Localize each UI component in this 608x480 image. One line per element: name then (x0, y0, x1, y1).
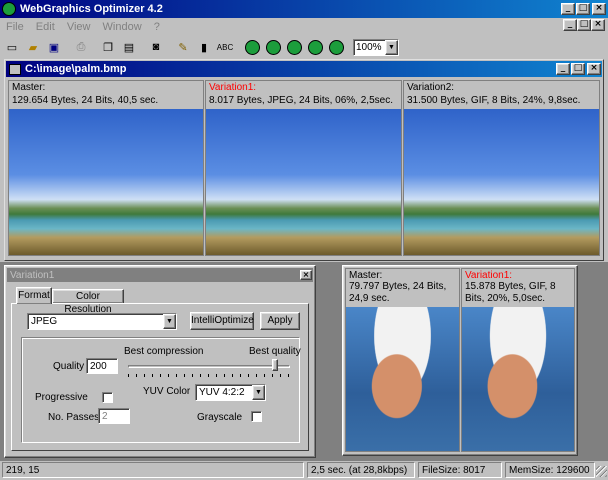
pane-master-label: Master: (12, 82, 46, 93)
portrait-image-variation (462, 307, 574, 451)
document-icon (9, 63, 21, 75)
tab-format[interactable]: Format (16, 287, 52, 304)
palm-image-variation2 (404, 109, 599, 255)
portrait-image-master (346, 307, 459, 451)
menu-bar: File Edit View Window ? (6, 19, 169, 35)
grayscale-label: Grayscale (197, 412, 243, 423)
dialog-close-icon[interactable]: × (300, 270, 312, 280)
pane-variation1-info: 8.017 Bytes, JPEG, 24 Bits, 06%, 2,5sec. (209, 95, 393, 106)
palm-image-master (9, 109, 203, 255)
best-compression-label: Best compression (124, 346, 204, 357)
save-icon[interactable]: ▣ (44, 37, 64, 57)
app-titlebar: WebGraphics Optimizer 4.2 _ □ × (0, 0, 608, 18)
yuv-chevron-down-icon[interactable]: ▼ (252, 385, 265, 400)
optimize-5-icon[interactable] (326, 37, 346, 57)
copy-icon[interactable]: ❐ (98, 37, 118, 57)
format-value: JPEG (31, 316, 58, 327)
resize-grip-icon[interactable] (596, 466, 607, 477)
palm-image-variation1 (206, 109, 401, 255)
slider-thumb[interactable] (272, 359, 278, 371)
document-titlebar: C:\image\palm.bmp _ □ × (6, 61, 602, 77)
menu-edit[interactable]: Edit (36, 21, 55, 33)
pane-variation1-label: Variation1: (209, 82, 257, 93)
grayscale-checkbox[interactable] (251, 411, 262, 422)
quality-input[interactable]: 200 (86, 358, 118, 374)
app-title: WebGraphics Optimizer 4.2 (20, 3, 163, 15)
portrait-master-info: 79.797 Bytes, 24 Bits, 24,9 sec. (349, 281, 447, 304)
mdi-minimize-icon[interactable]: _ (563, 19, 577, 31)
status-memsize: MemSize: 129600 (505, 462, 595, 478)
optimize-1-icon[interactable] (242, 37, 262, 57)
quality-value: 200 (90, 361, 107, 372)
slider-track (128, 365, 290, 368)
variation-dialog-titlebar: Variation1 × (7, 268, 313, 282)
apply-button[interactable]: Apply (260, 312, 300, 330)
best-quality-label: Best quality (249, 346, 301, 357)
optimize-2-icon[interactable] (263, 37, 283, 57)
brush-icon[interactable]: ✎ (173, 37, 193, 57)
passes-value: 2 (102, 411, 108, 422)
battery-icon[interactable]: ▮ (194, 37, 214, 57)
portrait-variation-label: Variation1: (465, 270, 513, 281)
portrait-master-pane[interactable]: Master: 79.797 Bytes, 24 Bits, 24,9 sec. (345, 268, 460, 452)
document-title: C:\image\palm.bmp (25, 63, 127, 75)
optimize-3-icon[interactable] (284, 37, 304, 57)
slider-ticks (128, 374, 290, 377)
spell-icon[interactable]: ABC (215, 37, 235, 57)
pane-variation2-label: Variation2: (407, 82, 455, 93)
zoom-value: 100% (356, 41, 382, 53)
status-coords: 219, 15 (2, 462, 304, 478)
passes-label: No. Passes (48, 412, 100, 423)
yuv-label: YUV Color (143, 386, 191, 397)
quality-slider[interactable] (128, 359, 290, 377)
maximize-icon[interactable]: □ (576, 3, 590, 15)
paste-icon[interactable]: ▤ (119, 37, 139, 57)
new-file-icon[interactable]: ▭ (2, 37, 22, 57)
quality-label: Quality (53, 361, 85, 372)
status-filesize: FileSize: 8017 (418, 462, 502, 478)
mdi-close-icon[interactable]: × (591, 19, 605, 31)
minimize-icon[interactable]: _ (561, 3, 575, 15)
variation-dialog-title: Variation1 (10, 269, 55, 281)
menu-help[interactable]: ? (154, 21, 160, 33)
progressive-label: Progressive (35, 392, 88, 403)
doc-maximize-icon[interactable]: □ (571, 63, 585, 75)
menu-view[interactable]: View (67, 21, 91, 33)
app-logo-icon (2, 2, 16, 16)
pane-variation2-info: 31.500 Bytes, GIF, 8 Bits, 24%, 9,8sec. (407, 95, 581, 106)
intellioptimize-button[interactable]: IntelliOptimize (190, 312, 254, 330)
passes-input[interactable]: 2 (98, 408, 130, 424)
doc-close-icon[interactable]: × (587, 63, 601, 75)
open-folder-icon[interactable]: ▰ (23, 37, 43, 57)
doc-minimize-icon[interactable]: _ (556, 63, 570, 75)
portrait-variation-pane[interactable]: Variation1: 15.878 Bytes, GIF, 8 Bits, 2… (461, 268, 575, 452)
menu-file[interactable]: File (6, 21, 24, 33)
pane-variation1[interactable]: Variation1: 8.017 Bytes, JPEG, 24 Bits, … (205, 80, 402, 256)
menu-window[interactable]: Window (103, 21, 142, 33)
mdi-restore-icon[interactable]: □ (577, 19, 591, 31)
pane-master-info: 129.654 Bytes, 24 Bits, 40,5 sec. (12, 95, 159, 106)
toolbar: ▭ ▰ ▣ ⎙ ❐ ▤ ◙ ✎ ▮ ABC 100% ▼ (2, 36, 606, 58)
yuv-value: YUV 4:2:2 (199, 387, 245, 398)
yuv-select[interactable]: YUV 4:2:2 ▼ (195, 384, 266, 401)
pane-variation2[interactable]: Variation2: 31.500 Bytes, GIF, 8 Bits, 2… (403, 80, 600, 256)
close-icon[interactable]: × (592, 3, 606, 15)
tab-color-resolution[interactable]: Color Resolution (52, 289, 124, 315)
status-time: 2,5 sec. (at 28,8kbps) (307, 462, 415, 478)
optimize-4-icon[interactable] (305, 37, 325, 57)
zoom-select[interactable]: 100% ▼ (353, 38, 399, 56)
portrait-variation-info: 15.878 Bytes, GIF, 8 Bits, 20%, 5,0sec. (465, 281, 556, 304)
portrait-master-label: Master: (349, 270, 383, 281)
chevron-down-icon[interactable]: ▼ (385, 39, 398, 55)
format-chevron-down-icon[interactable]: ▼ (163, 314, 176, 329)
print-icon[interactable]: ⎙ (71, 37, 91, 57)
preview-icon[interactable]: ◙ (146, 37, 166, 57)
format-select[interactable]: JPEG ▼ (27, 313, 177, 330)
progressive-checkbox[interactable] (102, 392, 113, 403)
pane-master[interactable]: Master: 129.654 Bytes, 24 Bits, 40,5 sec… (8, 80, 204, 256)
